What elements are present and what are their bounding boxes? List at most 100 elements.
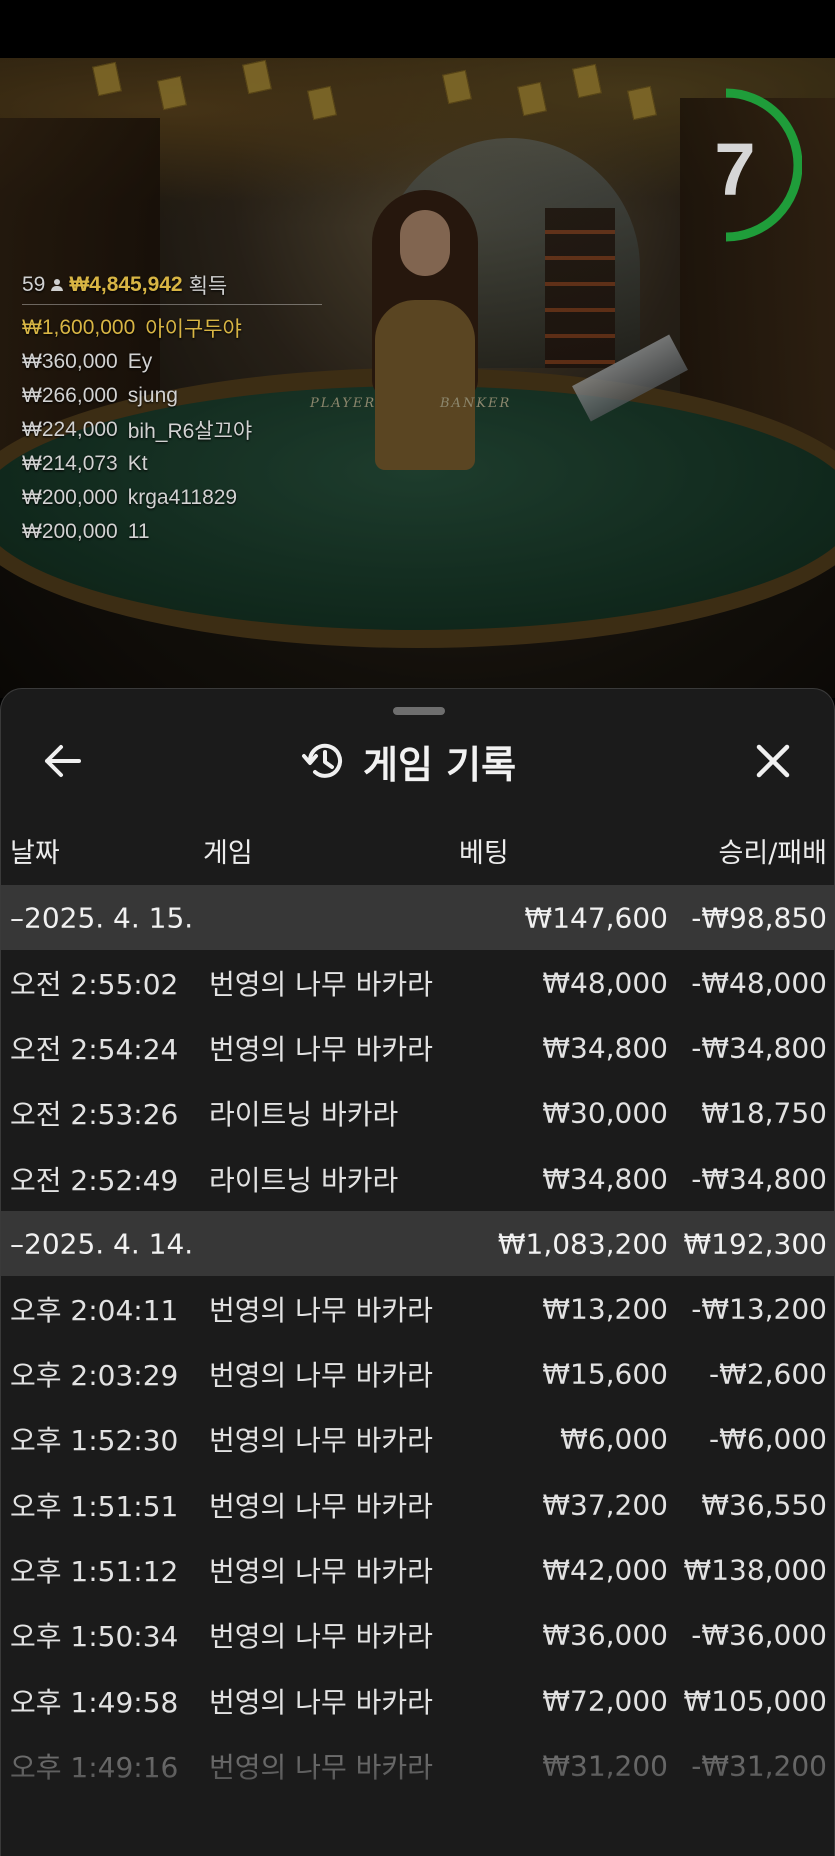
row-result: -₩2,600 [709, 1357, 827, 1391]
row-time: 오전 2:55:02 [10, 967, 179, 1001]
winner-name: bih_R6살끄야 [127, 420, 253, 443]
winner-row: ₩266,000 sjung [22, 379, 352, 413]
winner-row: ₩200,000 11 [22, 515, 352, 549]
timer-value: 7 [714, 128, 756, 211]
column-header-bet: 베팅 [459, 838, 509, 869]
table-row[interactable]: 오후 1:51:51 번영의 나무 바카라 ₩37,200 ₩36,550 [1, 1472, 834, 1537]
row-time: 오후 1:51:51 [10, 1489, 179, 1523]
table-row[interactable]: 오후 1:52:30 번영의 나무 바카라 ₩6,000 -₩6,000 [1, 1407, 834, 1472]
row-game: 라이트닝 바카라 [209, 1163, 399, 1197]
sheet-title-group: 게임 기록 [301, 735, 516, 787]
winner-row: ₩200,000 krga411829 [22, 481, 352, 515]
table-row[interactable]: 오전 2:52:49 라이트닝 바카라 ₩34,800 -₩34,800 [1, 1146, 834, 1211]
winner-name: Ey [127, 350, 153, 373]
row-game: 라이트닝 바카라 [209, 1098, 399, 1132]
row-result: -₩6,000 [709, 1422, 827, 1456]
row-result: ₩105,000 [683, 1684, 827, 1718]
row-bet: ₩34,800 [542, 1031, 668, 1065]
winner-row: ₩214,073 Kt [22, 447, 352, 481]
winner-amount: ₩360,000 [22, 350, 118, 373]
table-row[interactable]: 오후 1:51:12 번영의 나무 바카라 ₩42,000 ₩138,000 [1, 1537, 834, 1602]
row-time: 오후 2:03:29 [10, 1359, 179, 1393]
winner-name: Kt [127, 452, 148, 475]
date-group-row[interactable]: –2025. 4. 15. ₩147,600 -₩98,850 [1, 885, 834, 950]
row-result: ₩36,550 [701, 1488, 827, 1522]
winner-name: krga411829 [127, 486, 238, 509]
row-game: 번영의 나무 바카라 [209, 1489, 433, 1523]
winner-amount: ₩200,000 [22, 486, 118, 509]
row-game: 번영의 나무 바카라 [209, 1620, 433, 1654]
column-header-date: 날짜 [10, 838, 60, 869]
column-header-game: 게임 [203, 838, 253, 869]
row-bet: ₩37,200 [542, 1488, 668, 1522]
row-result: -₩48,000 [691, 966, 827, 1000]
row-time: 오후 1:49:58 [10, 1685, 179, 1719]
row-result: -₩31,200 [691, 1749, 827, 1783]
column-header-result: 승리/패배 [718, 838, 827, 869]
row-time: 오전 2:54:24 [10, 1032, 179, 1066]
row-time: 오전 2:52:49 [10, 1163, 179, 1197]
row-time: 오후 1:51:12 [10, 1555, 179, 1589]
table-row[interactable]: 오후 1:49:58 번영의 나무 바카라 ₩72,000 ₩105,000 [1, 1668, 834, 1733]
sheet-title: 게임 기록 [363, 742, 517, 787]
table-row[interactable]: 오후 1:50:34 번영의 나무 바카라 ₩36,000 -₩36,000 [1, 1603, 834, 1668]
winner-row: ₩1,600,000 아이구두야 [22, 311, 352, 345]
winner-name: sjung [127, 384, 178, 407]
sheet-drag-handle[interactable] [393, 707, 445, 715]
row-game: 번영의 나무 바카라 [209, 1032, 433, 1066]
history-icon [302, 743, 342, 778]
table-row[interactable]: 오전 2:53:26 라이트닝 바카라 ₩30,000 ₩18,750 [1, 1081, 834, 1146]
row-time: 오후 1:52:30 [10, 1424, 179, 1458]
row-bet: ₩72,000 [542, 1684, 668, 1718]
row-bet: ₩13,200 [542, 1292, 668, 1326]
row-bet: ₩36,000 [542, 1618, 668, 1652]
group-result-total: -₩98,850 [691, 901, 827, 934]
close-button[interactable] [751, 739, 795, 783]
winner-row: ₩360,000 Ey [22, 345, 352, 379]
winner-row: ₩224,000 bih_R6살끄야 [22, 413, 352, 447]
table-row[interactable]: 오후 2:03:29 번영의 나무 바카라 ₩15,600 -₩2,600 [1, 1341, 834, 1406]
row-game: 번영의 나무 바카라 [209, 1685, 433, 1719]
back-button[interactable] [41, 741, 85, 781]
divider [22, 304, 322, 305]
arrow-left-icon [45, 745, 81, 777]
group-date: –2025. 4. 15. [10, 901, 194, 934]
row-time: 오후 2:04:11 [10, 1293, 179, 1327]
winner-amount: ₩1,600,000 [22, 316, 136, 339]
row-bet: ₩34,800 [542, 1162, 668, 1196]
group-bet-total: ₩147,600 [524, 901, 668, 934]
row-bet: ₩48,000 [542, 966, 668, 1000]
winner-amount: ₩200,000 [22, 520, 118, 543]
countdown-timer: 7 [690, 85, 802, 245]
row-game: 번영의 나무 바카라 [209, 967, 433, 1001]
winner-name: 아이구두야 [145, 318, 242, 341]
row-bet: ₩15,600 [542, 1357, 668, 1391]
group-date: –2025. 4. 14. [10, 1227, 194, 1261]
row-time: 오전 2:53:26 [10, 1098, 179, 1132]
row-game: 번영의 나무 바카라 [209, 1359, 433, 1393]
sheet-header: 게임 기록 [1, 729, 834, 793]
group-result-total: ₩192,300 [683, 1227, 827, 1261]
row-result: -₩13,200 [691, 1292, 827, 1326]
table-row[interactable]: 오전 2:55:02 번영의 나무 바카라 ₩48,000 -₩48,000 [1, 950, 834, 1015]
row-bet: ₩42,000 [542, 1553, 668, 1587]
winner-amount: ₩224,000 [22, 418, 118, 441]
date-group-row[interactable]: –2025. 4. 14. ₩1,083,200 ₩192,300 [1, 1211, 834, 1277]
row-result: ₩18,750 [701, 1096, 827, 1130]
table-row[interactable]: 오전 2:54:24 번영의 나무 바카라 ₩34,800 -₩34,800 [1, 1015, 834, 1080]
table-row[interactable]: 오후 1:49:16 번영의 나무 바카라 ₩31,200 -₩31,200 [1, 1733, 834, 1798]
row-result: -₩34,800 [691, 1031, 827, 1065]
row-result: ₩138,000 [683, 1553, 827, 1587]
winners-total: ₩4,845,942 [69, 273, 183, 296]
game-history-sheet: 게임 기록 날짜 게임 베팅 승리/패배 –2025. 4. 15. ₩147,… [0, 688, 835, 1856]
row-game: 번영의 나무 바카라 [209, 1750, 433, 1784]
row-result: -₩36,000 [691, 1618, 827, 1652]
winners-list: 59 ₩4,845,942 획득 ₩1,600,000 아이구두야 ₩360,00… [22, 270, 352, 549]
history-table-body: –2025. 4. 15. ₩147,600 -₩98,850 오전 2:55:… [1, 885, 834, 1799]
winners-count: 59 [22, 273, 46, 296]
winners-suffix: 획득 [188, 275, 228, 298]
row-game: 번영의 나무 바카라 [209, 1555, 433, 1589]
table-row[interactable]: 오후 2:04:11 번영의 나무 바카라 ₩13,200 -₩13,200 [1, 1276, 834, 1341]
table-header: 날짜 게임 베팅 승리/패배 [1, 831, 834, 871]
winners-summary: 59 ₩4,845,942 획득 [22, 270, 352, 300]
